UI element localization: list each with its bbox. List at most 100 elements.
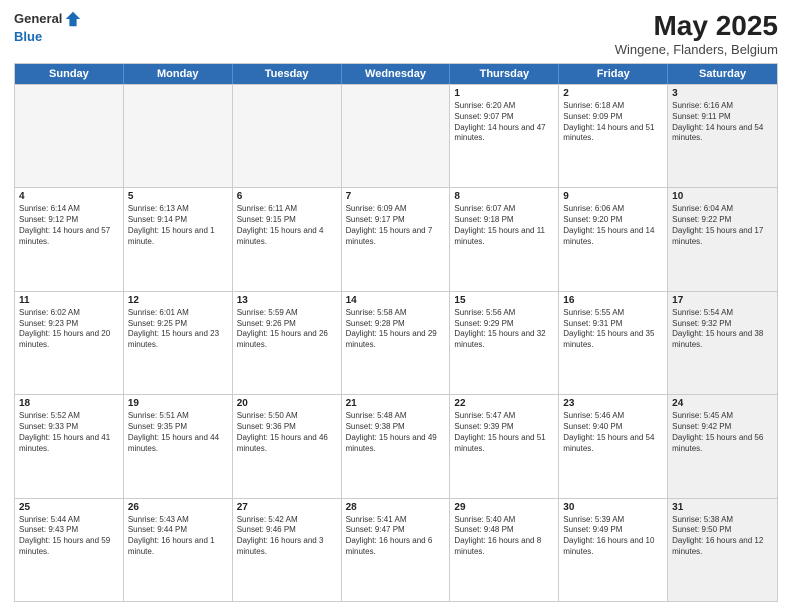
- calendar-cell: [124, 85, 233, 187]
- calendar-cell: 13 Sunrise: 5:59 AMSunset: 9:26 PMDayligh…: [233, 292, 342, 394]
- cell-details: Sunrise: 6:18 AMSunset: 9:09 PMDaylight:…: [563, 101, 663, 144]
- cell-details: Sunrise: 5:41 AMSunset: 9:47 PMDaylight:…: [346, 515, 446, 558]
- calendar-cell: 20Sunrise: 5:50 AMSunset: 9:36 PMDayligh…: [233, 395, 342, 497]
- calendar-cell: [233, 85, 342, 187]
- day-number: 25: [19, 502, 119, 513]
- day-number: 20: [237, 398, 337, 409]
- day-number: 21: [346, 398, 446, 409]
- cell-details: Sunrise: 6:07 AMSunset: 9:18 PMDaylight:…: [454, 204, 554, 247]
- cell-details: Sunrise: 6:14 AMSunset: 9:12 PMDaylight:…: [19, 204, 119, 247]
- logo-general: General: [14, 11, 62, 27]
- day-number: 8: [454, 191, 554, 202]
- day-number: 15: [454, 295, 554, 306]
- page: General Blue May 2025 Wingene, Flanders,…: [0, 0, 792, 612]
- day-number: 18: [19, 398, 119, 409]
- calendar-cell: 14 Sunrise: 5:58 AMSunset: 9:28 PMDayligh…: [342, 292, 451, 394]
- title-location: Wingene, Flanders, Belgium: [615, 42, 778, 57]
- calendar-cell: 26Sunrise: 5:43 AMSunset: 9:44 PMDayligh…: [124, 499, 233, 601]
- header-day-wednesday: Wednesday: [342, 64, 451, 84]
- calendar-cell: 19 Sunrise: 5:51 AMSunset: 9:35 PMDayligh…: [124, 395, 233, 497]
- calendar-week-4: 25 Sunrise: 5:44 AMSunset: 9:43 PMDayligh…: [15, 498, 777, 601]
- cell-details: Sunrise: 5:51 AMSunset: 9:35 PMDaylight:…: [128, 411, 228, 454]
- calendar-cell: 11 Sunrise: 6:02 AMSunset: 9:23 PMDayligh…: [15, 292, 124, 394]
- calendar-cell: 18 Sunrise: 5:52 AMSunset: 9:33 PMDayligh…: [15, 395, 124, 497]
- cell-details: Sunrise: 6:06 AMSunset: 9:20 PMDaylight:…: [563, 204, 663, 247]
- day-number: 29: [454, 502, 554, 513]
- day-number: 22: [454, 398, 554, 409]
- calendar-cell: 30 Sunrise: 5:39 AMSunset: 9:49 PMDayligh…: [559, 499, 668, 601]
- day-number: 19: [128, 398, 228, 409]
- day-number: 13: [237, 295, 337, 306]
- day-number: 17: [672, 295, 773, 306]
- day-number: 31: [672, 502, 773, 513]
- cell-details: Sunrise: 5:44 AMSunset: 9:43 PMDaylight:…: [19, 515, 119, 558]
- logo-icon: [64, 10, 82, 28]
- cell-details: Sunrise: 6:09 AMSunset: 9:17 PMDaylight:…: [346, 204, 446, 247]
- calendar-header: SundayMondayTuesdayWednesdayThursdayFrid…: [15, 64, 777, 84]
- calendar-cell: [15, 85, 124, 187]
- calendar-cell: 8 Sunrise: 6:07 AMSunset: 9:18 PMDaylight…: [450, 188, 559, 290]
- calendar-cell: 29 Sunrise: 5:40 AMSunset: 9:48 PMDayligh…: [450, 499, 559, 601]
- day-number: 12: [128, 295, 228, 306]
- cell-details: Sunrise: 5:58 AMSunset: 9:28 PMDaylight:…: [346, 308, 446, 351]
- calendar: SundayMondayTuesdayWednesdayThursdayFrid…: [14, 63, 778, 602]
- cell-details: Sunrise: 5:39 AMSunset: 9:49 PMDaylight:…: [563, 515, 663, 558]
- cell-details: Sunrise: 5:38 AMSunset: 9:50 PMDaylight:…: [672, 515, 773, 558]
- cell-details: Sunrise: 5:42 AMSunset: 9:46 PMDaylight:…: [237, 515, 337, 558]
- day-number: 14: [346, 295, 446, 306]
- header-day-thursday: Thursday: [450, 64, 559, 84]
- day-number: 11: [19, 295, 119, 306]
- cell-details: Sunrise: 5:56 AMSunset: 9:29 PMDaylight:…: [454, 308, 554, 351]
- day-number: 28: [346, 502, 446, 513]
- day-number: 4: [19, 191, 119, 202]
- calendar-cell: 10Sunrise: 6:04 AMSunset: 9:22 PMDayligh…: [668, 188, 777, 290]
- cell-details: Sunrise: 5:52 AMSunset: 9:33 PMDaylight:…: [19, 411, 119, 454]
- day-number: 5: [128, 191, 228, 202]
- logo-blue: Blue: [14, 29, 42, 44]
- cell-details: Sunrise: 5:43 AMSunset: 9:44 PMDaylight:…: [128, 515, 228, 558]
- header-day-tuesday: Tuesday: [233, 64, 342, 84]
- day-number: 16: [563, 295, 663, 306]
- calendar-cell: 1Sunrise: 6:20 AMSunset: 9:07 PMDaylight…: [450, 85, 559, 187]
- calendar-cell: 27Sunrise: 5:42 AMSunset: 9:46 PMDayligh…: [233, 499, 342, 601]
- title-block: May 2025 Wingene, Flanders, Belgium: [615, 10, 778, 57]
- cell-details: Sunrise: 6:20 AMSunset: 9:07 PMDaylight:…: [454, 101, 554, 144]
- calendar-cell: 6Sunrise: 6:11 AMSunset: 9:15 PMDaylight…: [233, 188, 342, 290]
- header-day-friday: Friday: [559, 64, 668, 84]
- calendar-cell: 7 Sunrise: 6:09 AMSunset: 9:17 PMDaylight…: [342, 188, 451, 290]
- header: General Blue May 2025 Wingene, Flanders,…: [14, 10, 778, 57]
- calendar-cell: 21 Sunrise: 5:48 AMSunset: 9:38 PMDayligh…: [342, 395, 451, 497]
- cell-details: Sunrise: 5:47 AMSunset: 9:39 PMDaylight:…: [454, 411, 554, 454]
- calendar-cell: 5 Sunrise: 6:13 AMSunset: 9:14 PMDaylight…: [124, 188, 233, 290]
- day-number: 10: [672, 191, 773, 202]
- calendar-cell: 24Sunrise: 5:45 AMSunset: 9:42 PMDayligh…: [668, 395, 777, 497]
- day-number: 9: [563, 191, 663, 202]
- title-month: May 2025: [615, 10, 778, 42]
- cell-details: Sunrise: 5:48 AMSunset: 9:38 PMDaylight:…: [346, 411, 446, 454]
- cell-details: Sunrise: 5:55 AMSunset: 9:31 PMDaylight:…: [563, 308, 663, 351]
- calendar-cell: 3Sunrise: 6:16 AMSunset: 9:11 PMDaylight…: [668, 85, 777, 187]
- calendar-cell: 16 Sunrise: 5:55 AMSunset: 9:31 PMDayligh…: [559, 292, 668, 394]
- logo: General Blue: [14, 10, 82, 46]
- calendar-cell: 17 Sunrise: 5:54 AMSunset: 9:32 PMDayligh…: [668, 292, 777, 394]
- day-number: 3: [672, 88, 773, 99]
- day-number: 23: [563, 398, 663, 409]
- cell-details: Sunrise: 6:01 AMSunset: 9:25 PMDaylight:…: [128, 308, 228, 351]
- calendar-cell: 4 Sunrise: 6:14 AMSunset: 9:12 PMDaylight…: [15, 188, 124, 290]
- cell-details: Sunrise: 5:40 AMSunset: 9:48 PMDaylight:…: [454, 515, 554, 558]
- day-number: 30: [563, 502, 663, 513]
- cell-details: Sunrise: 5:59 AMSunset: 9:26 PMDaylight:…: [237, 308, 337, 351]
- header-day-sunday: Sunday: [15, 64, 124, 84]
- cell-details: Sunrise: 6:13 AMSunset: 9:14 PMDaylight:…: [128, 204, 228, 247]
- day-number: 7: [346, 191, 446, 202]
- calendar-cell: 2 Sunrise: 6:18 AMSunset: 9:09 PMDaylight…: [559, 85, 668, 187]
- header-day-monday: Monday: [124, 64, 233, 84]
- calendar-cell: 23Sunrise: 5:46 AMSunset: 9:40 PMDayligh…: [559, 395, 668, 497]
- cell-details: Sunrise: 6:02 AMSunset: 9:23 PMDaylight:…: [19, 308, 119, 351]
- day-number: 2: [563, 88, 663, 99]
- calendar-week-0: 1Sunrise: 6:20 AMSunset: 9:07 PMDaylight…: [15, 84, 777, 187]
- cell-details: Sunrise: 5:54 AMSunset: 9:32 PMDaylight:…: [672, 308, 773, 351]
- calendar-week-3: 18 Sunrise: 5:52 AMSunset: 9:33 PMDayligh…: [15, 394, 777, 497]
- calendar-cell: 25 Sunrise: 5:44 AMSunset: 9:43 PMDayligh…: [15, 499, 124, 601]
- calendar-week-2: 11 Sunrise: 6:02 AMSunset: 9:23 PMDayligh…: [15, 291, 777, 394]
